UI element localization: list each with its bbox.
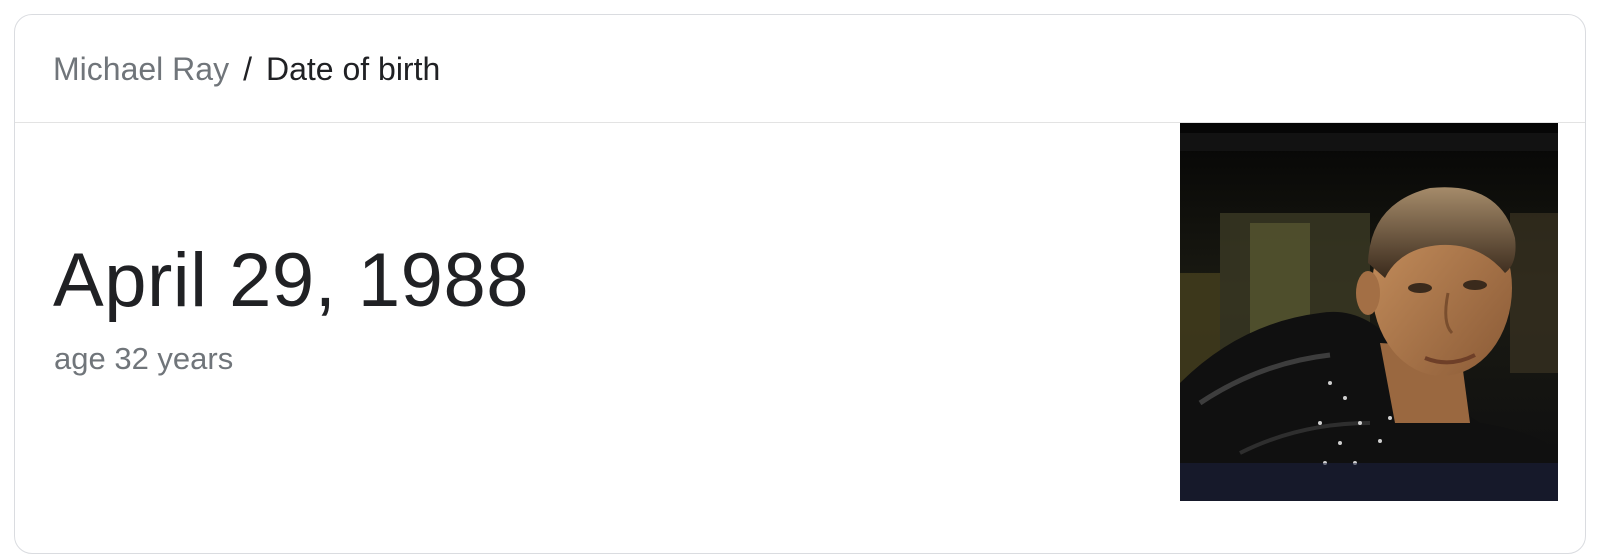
person-photo[interactable]: [1180, 123, 1558, 501]
breadcrumb-entity-link[interactable]: Michael Ray: [53, 53, 229, 85]
breadcrumb-separator: /: [243, 50, 252, 87]
knowledge-card: Michael Ray / Date of birth April 29, 19…: [14, 14, 1586, 554]
person-photo-illustration: [1180, 123, 1558, 501]
birth-date-answer: April 29, 1988: [53, 238, 529, 323]
breadcrumb: Michael Ray / Date of birth: [15, 15, 1585, 123]
breadcrumb-attribute: Date of birth: [265, 50, 441, 87]
answer-panel: April 29, 1988 age 32 years: [15, 123, 1585, 553]
age-text: age 32 years: [54, 341, 234, 376]
